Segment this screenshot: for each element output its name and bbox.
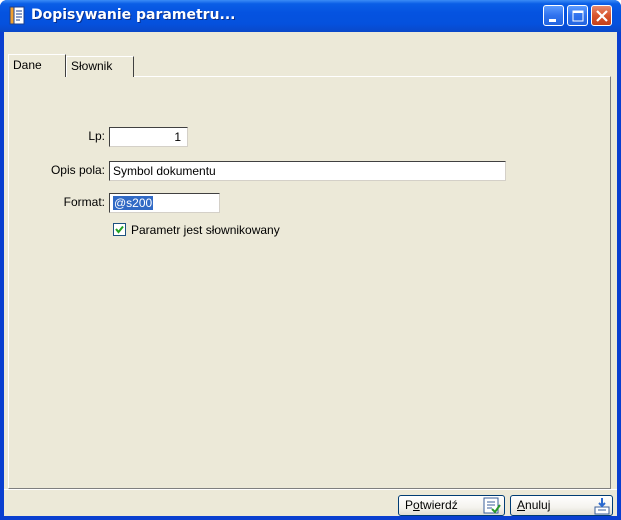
dialog-client-area: Dane Słownik Lp: 1 Opis pola: Symbol dok… (4, 32, 617, 516)
slownikowany-label[interactable]: Parametr jest słownikowany (131, 223, 280, 237)
window-frame-bottom (0, 516, 621, 520)
checkmark-icon (115, 225, 124, 234)
tab-dane-label: Dane (13, 58, 42, 72)
title-bar[interactable]: Dopisywanie parametru... (0, 0, 621, 32)
tab-slownik[interactable]: Słownik (66, 56, 134, 77)
maximize-icon (572, 10, 584, 22)
dialog-window: Dopisywanie parametru... Dane Słownik Lp… (0, 0, 621, 520)
maximize-button[interactable] (567, 5, 588, 26)
slownikowany-checkbox[interactable] (113, 223, 126, 236)
tab-dane[interactable]: Dane (8, 54, 66, 77)
cancel-arrow-icon (594, 498, 610, 515)
minimize-icon (549, 19, 556, 22)
window-title: Dopisywanie parametru... (31, 7, 236, 23)
confirm-button[interactable]: Potwierdź (398, 495, 505, 516)
document-edit-icon (9, 6, 25, 25)
minimize-button[interactable] (543, 5, 564, 26)
divider (4, 489, 617, 490)
opis-pola-field[interactable]: Symbol dokumentu (109, 161, 506, 181)
tab-slownik-label: Słownik (71, 59, 113, 73)
confirm-document-icon (483, 497, 501, 514)
format-label: Format: (63, 195, 105, 209)
close-icon (596, 10, 608, 22)
tab-panel-dane: Lp: 1 Opis pola: Symbol dokumentu Format… (8, 76, 611, 489)
opis-pola-label: Opis pola: (50, 163, 105, 177)
lp-field[interactable]: 1 (109, 127, 188, 147)
format-field[interactable]: @s200 (109, 193, 220, 213)
lp-label: Lp: (88, 129, 105, 143)
format-selected-text: @s200 (113, 196, 154, 210)
cancel-button[interactable]: Anuluj (510, 495, 613, 516)
close-button[interactable] (591, 5, 612, 26)
